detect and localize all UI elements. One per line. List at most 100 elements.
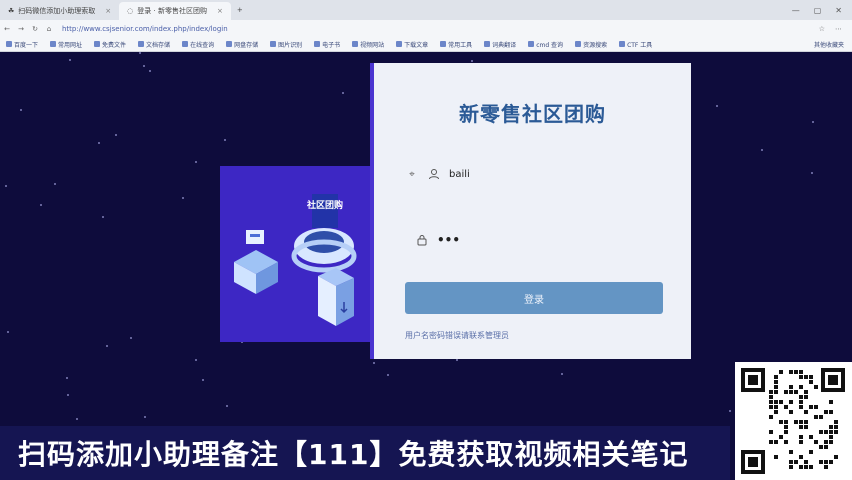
star-dot [149, 70, 151, 72]
qr-module [784, 405, 788, 409]
bookmark-item[interactable]: cmd 查询 [522, 40, 569, 49]
bookmark-icon [6, 41, 12, 47]
qr-module [834, 455, 838, 459]
qr-module [799, 395, 803, 399]
star-dot [5, 185, 7, 187]
login-button[interactable]: 登录 [405, 282, 663, 314]
star-icon[interactable]: ☆ [819, 25, 825, 33]
close-icon[interactable]: × [105, 7, 111, 15]
qr-module [824, 430, 828, 434]
minimize-icon[interactable]: — [792, 6, 800, 15]
bookmark-icon [440, 41, 447, 47]
community-illustration: 社区团购 [220, 166, 374, 342]
bookmark-item[interactable]: 常用工具 [434, 40, 478, 49]
tab-title: 扫码微信添加小助理索取 [18, 7, 96, 15]
bookmark-item[interactable]: 视频网站 [346, 40, 390, 49]
qr-module [804, 420, 808, 424]
star-dot [373, 362, 375, 364]
qr-module [774, 400, 778, 404]
qr-module [769, 415, 773, 419]
url-field[interactable]: http://www.csjsenior.com/index.php/index… [62, 25, 228, 33]
qr-module [794, 420, 798, 424]
bookmark-item[interactable]: CTF 工具 [613, 40, 658, 49]
tab-title: 登录 · 新零售社区团购 [137, 7, 207, 15]
star-dot [67, 394, 69, 396]
close-icon[interactable]: × [217, 7, 223, 15]
qr-module [774, 385, 778, 389]
bookmarks-bar: 百度一下 常用网址 免费文件 文档存储 在线查询 网盘存储 图片识别 电子书 视频网站 下载文章 常… [0, 37, 852, 52]
qr-module [789, 400, 793, 404]
bookmark-item[interactable]: 下载文章 [390, 40, 434, 49]
bookmark-item[interactable]: 百度一下 [0, 40, 44, 49]
password-value: ••• [437, 233, 461, 247]
browser-tab-bar: ☘ 扫码微信添加小助理索取 × ◌ 登录 · 新零售社区团购 × + — ▢ ✕ [0, 0, 852, 20]
star-dot [54, 183, 56, 185]
qr-module [834, 425, 838, 429]
close-window-icon[interactable]: ✕ [835, 6, 842, 15]
tab-active[interactable]: ◌ 登录 · 新零售社区团购 × [119, 2, 231, 20]
qr-module [819, 415, 823, 419]
star-dot [139, 52, 141, 54]
reload-icon[interactable]: ↻ [28, 25, 42, 33]
qr-code-image[interactable] [735, 362, 852, 480]
star-dot [729, 410, 731, 412]
qr-module [804, 410, 808, 414]
bookmark-icon [484, 41, 491, 47]
back-icon[interactable]: ← [0, 25, 14, 33]
qr-module [824, 445, 828, 449]
bookmark-item[interactable]: 在线查询 [176, 40, 220, 49]
qr-module [829, 460, 833, 464]
bookmark-item[interactable]: 文档存储 [132, 40, 176, 49]
bookmark-item[interactable]: 网盘存储 [220, 40, 264, 49]
bookmark-item[interactable]: 常用网址 [44, 40, 88, 49]
bookmark-label: 文档存储 [146, 41, 171, 49]
qr-module [784, 440, 788, 444]
star-dot [40, 204, 42, 206]
qr-module [799, 440, 803, 444]
bookmark-item[interactable]: 电子书 [308, 40, 346, 49]
bookmark-icon [396, 41, 403, 47]
bookmark-icon [528, 41, 535, 47]
qr-module [784, 420, 788, 424]
qr-module [799, 375, 803, 379]
bookmark-item[interactable]: 词典翻译 [478, 40, 522, 49]
new-tab-icon[interactable]: + [231, 6, 249, 14]
qr-module [774, 405, 778, 409]
home-icon[interactable]: ⌂ [42, 25, 56, 33]
star-dot [66, 377, 68, 379]
bookmark-item[interactable]: 免费文件 [88, 40, 132, 49]
qr-module [799, 405, 803, 409]
bookmark-icon [50, 41, 57, 47]
qr-module [784, 425, 788, 429]
qr-module [804, 465, 808, 469]
bookmark-item[interactable]: 资源搜索 [569, 40, 613, 49]
page-title: 新零售社区团购 [459, 102, 606, 126]
qr-module [794, 390, 798, 394]
bookmark-item[interactable]: 图片识别 [264, 40, 308, 49]
other-bookmarks[interactable]: 其他收藏夹 [814, 40, 852, 49]
forward-icon[interactable]: → [14, 25, 28, 33]
qr-module [769, 440, 773, 444]
qr-module [809, 450, 813, 454]
username-field[interactable]: ⌖ baili [405, 160, 663, 188]
tab-inactive[interactable]: ☘ 扫码微信添加小助理索取 × [0, 2, 119, 20]
hint-link[interactable]: 用户名密码错误请联系管理员 [405, 330, 509, 341]
qr-module [799, 455, 803, 459]
bookmark-icon [270, 41, 277, 47]
qr-module [799, 465, 803, 469]
bookmark-icon [182, 41, 189, 47]
qr-module [799, 385, 803, 389]
qr-module [829, 410, 833, 414]
qr-module [824, 465, 828, 469]
qr-module [779, 370, 783, 374]
password-field[interactable]: ••• [405, 226, 663, 254]
star-dot [115, 134, 117, 136]
qr-module [774, 440, 778, 444]
extensions-icon[interactable]: ⋯ [835, 25, 842, 33]
qr-module [814, 405, 818, 409]
bookmark-icon [352, 41, 359, 47]
star-dot [76, 418, 78, 420]
qr-module [809, 435, 813, 439]
maximize-icon[interactable]: ▢ [814, 6, 822, 15]
bookmark-icon [314, 41, 321, 47]
